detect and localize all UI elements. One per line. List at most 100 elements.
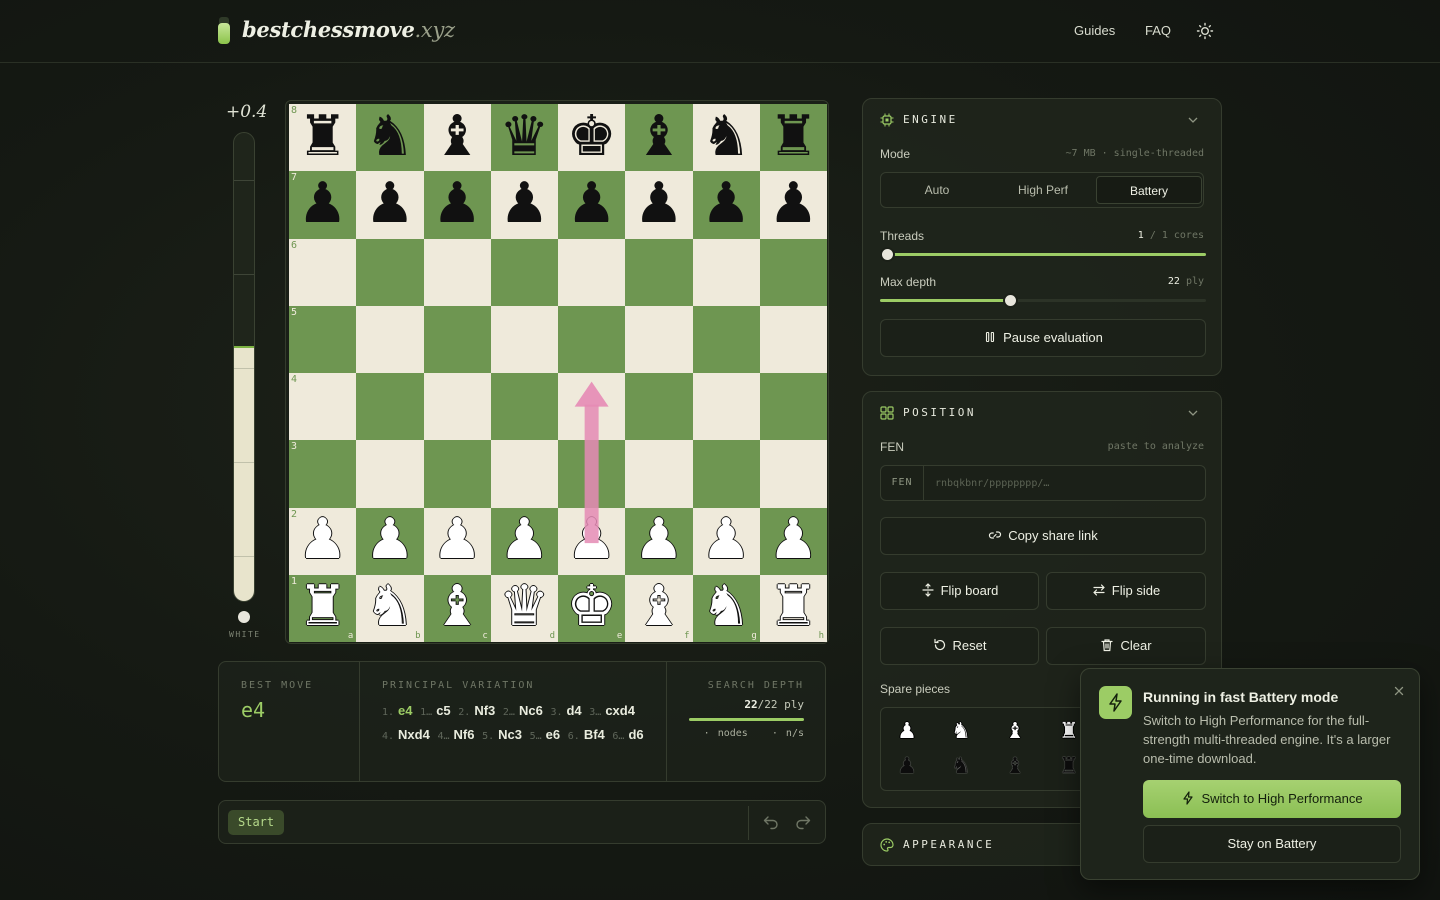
nav-faq-link[interactable]: FAQ xyxy=(1145,23,1171,38)
square-c2[interactable]: ♟ xyxy=(423,507,491,575)
pv-move[interactable]: Nc6 xyxy=(519,703,543,718)
black-knight-piece[interactable]: ♞ xyxy=(701,108,751,165)
square-f7[interactable]: ♟ xyxy=(625,171,693,239)
white-pawn-piece[interactable]: ♟ xyxy=(365,512,415,568)
square-f5[interactable] xyxy=(625,305,693,373)
square-g2[interactable]: ♟ xyxy=(692,507,760,575)
square-h1[interactable]: h ♜ xyxy=(759,574,827,642)
square-d5[interactable] xyxy=(490,305,558,373)
black-pawn-piece[interactable]: ♟ xyxy=(701,175,751,232)
spare-black-knight[interactable]: ♞ xyxy=(946,752,976,782)
square-b6[interactable] xyxy=(356,238,424,306)
spare-black-pawn[interactable]: ♟ xyxy=(892,752,922,782)
spare-white-bishop[interactable]: ♝ xyxy=(1000,717,1030,747)
pv-move[interactable]: c5 xyxy=(436,703,450,718)
square-b8[interactable]: ♞ xyxy=(356,104,424,172)
start-position-chip[interactable]: Start xyxy=(228,810,285,835)
white-pawn-piece[interactable]: ♟ xyxy=(298,512,348,568)
square-g8[interactable]: ♞ xyxy=(692,104,760,172)
black-pawn-piece[interactable]: ♟ xyxy=(365,175,415,232)
pv-move[interactable]: d6 xyxy=(628,727,643,742)
pv-move[interactable]: cxd4 xyxy=(605,703,635,718)
logo-icon[interactable] xyxy=(218,17,230,44)
mode-high-perf-option[interactable]: High Perf xyxy=(990,176,1096,204)
black-king-piece[interactable]: ♚ xyxy=(567,108,617,165)
black-rook-piece[interactable]: ♜ xyxy=(768,108,818,165)
square-b1[interactable]: b ♞ xyxy=(356,574,424,642)
black-knight-piece[interactable]: ♞ xyxy=(365,108,415,165)
pv-move[interactable]: e6 xyxy=(546,727,560,742)
white-knight-piece[interactable]: ♞ xyxy=(701,579,751,635)
square-b5[interactable] xyxy=(356,305,424,373)
brand-logo[interactable]: bestchessmove.xyz xyxy=(242,17,455,42)
square-d4[interactable] xyxy=(490,373,558,441)
white-pawn-piece[interactable]: ♟ xyxy=(567,512,617,568)
black-pawn-piece[interactable]: ♟ xyxy=(298,175,348,232)
square-f2[interactable]: ♟ xyxy=(625,507,693,575)
mode-auto-option[interactable]: Auto xyxy=(884,176,990,204)
square-d3[interactable] xyxy=(490,440,558,508)
white-rook-piece[interactable]: ♜ xyxy=(298,579,348,635)
square-b2[interactable]: ♟ xyxy=(356,507,424,575)
square-c7[interactable]: ♟ xyxy=(423,171,491,239)
square-a8[interactable]: 8 ♜ xyxy=(289,104,357,172)
square-c3[interactable] xyxy=(423,440,491,508)
white-pawn-piece[interactable]: ♟ xyxy=(701,512,751,568)
black-pawn-piece[interactable]: ♟ xyxy=(567,175,617,232)
nav-guides-link[interactable]: Guides xyxy=(1074,23,1115,38)
pv-move[interactable]: Bf4 xyxy=(584,727,605,742)
clear-button[interactable]: Clear xyxy=(1046,627,1206,665)
white-pawn-piece[interactable]: ♟ xyxy=(634,512,684,568)
square-e4[interactable] xyxy=(558,373,626,441)
square-c1[interactable]: c ♝ xyxy=(423,574,491,642)
white-rook-piece[interactable]: ♜ xyxy=(768,579,818,635)
spare-white-pawn[interactable]: ♟ xyxy=(892,717,922,747)
square-g7[interactable]: ♟ xyxy=(692,171,760,239)
black-pawn-piece[interactable]: ♟ xyxy=(634,175,684,232)
pv-move[interactable]: Nf6 xyxy=(454,727,475,742)
square-h4[interactable] xyxy=(759,373,827,441)
mode-battery-option[interactable]: Battery xyxy=(1096,176,1202,204)
square-g5[interactable] xyxy=(692,305,760,373)
white-pawn-piece[interactable]: ♟ xyxy=(432,512,482,568)
spare-black-bishop[interactable]: ♝ xyxy=(1000,752,1030,782)
white-pawn-piece[interactable]: ♟ xyxy=(768,512,818,568)
square-h6[interactable] xyxy=(759,238,827,306)
square-h2[interactable]: ♟ xyxy=(759,507,827,575)
square-e7[interactable]: ♟ xyxy=(558,171,626,239)
square-f3[interactable] xyxy=(625,440,693,508)
white-knight-piece[interactable]: ♞ xyxy=(365,579,415,635)
square-g4[interactable] xyxy=(692,373,760,441)
pv-move[interactable]: Nxd4 xyxy=(398,727,430,742)
undo-icon[interactable] xyxy=(761,814,779,832)
pause-evaluation-button[interactable]: Pause evaluation xyxy=(880,319,1206,357)
square-a5[interactable]: 5 xyxy=(289,305,357,373)
square-e6[interactable] xyxy=(558,238,626,306)
square-a6[interactable]: 6 xyxy=(289,238,357,306)
fen-input[interactable] xyxy=(925,466,1205,500)
pv-move[interactable]: Nc3 xyxy=(498,727,522,742)
chess-board[interactable]: 8 ♜ ♞ ♝ ♛ ♚ ♝ ♞ ♜ 7 ♟ ♟ ♟ ♟ ♟ ♟ ♟ ♟ 6 5 4 3 2 ♟ ♟ ♟ ♟ ♟ ♟ ♟ ♟ 1 a ♜ b ♞ c ♝ d ♛… xyxy=(289,104,827,642)
white-bishop-piece[interactable]: ♝ xyxy=(634,579,684,635)
flip-side-button[interactable]: Flip side xyxy=(1046,572,1206,610)
square-f1[interactable]: f ♝ xyxy=(625,574,693,642)
white-pawn-piece[interactable]: ♟ xyxy=(499,512,549,568)
black-pawn-piece[interactable]: ♟ xyxy=(499,175,549,232)
square-h3[interactable] xyxy=(759,440,827,508)
square-f6[interactable] xyxy=(625,238,693,306)
flip-board-button[interactable]: Flip board xyxy=(880,572,1039,610)
square-g1[interactable]: g ♞ xyxy=(692,574,760,642)
spare-white-knight[interactable]: ♞ xyxy=(946,717,976,747)
square-c4[interactable] xyxy=(423,373,491,441)
square-d2[interactable]: ♟ xyxy=(490,507,558,575)
black-queen-piece[interactable]: ♛ xyxy=(499,108,549,165)
switch-to-high-performance-button[interactable]: Switch to High Performance xyxy=(1143,780,1401,818)
square-a4[interactable]: 4 xyxy=(289,373,357,441)
chevron-down-icon[interactable] xyxy=(1187,407,1199,419)
square-a1[interactable]: 1 a ♜ xyxy=(289,574,357,642)
square-d8[interactable]: ♛ xyxy=(490,104,558,172)
square-d7[interactable]: ♟ xyxy=(490,171,558,239)
square-a3[interactable]: 3 xyxy=(289,440,357,508)
redo-icon[interactable] xyxy=(795,814,813,832)
pv-move[interactable]: e4 xyxy=(398,703,412,718)
